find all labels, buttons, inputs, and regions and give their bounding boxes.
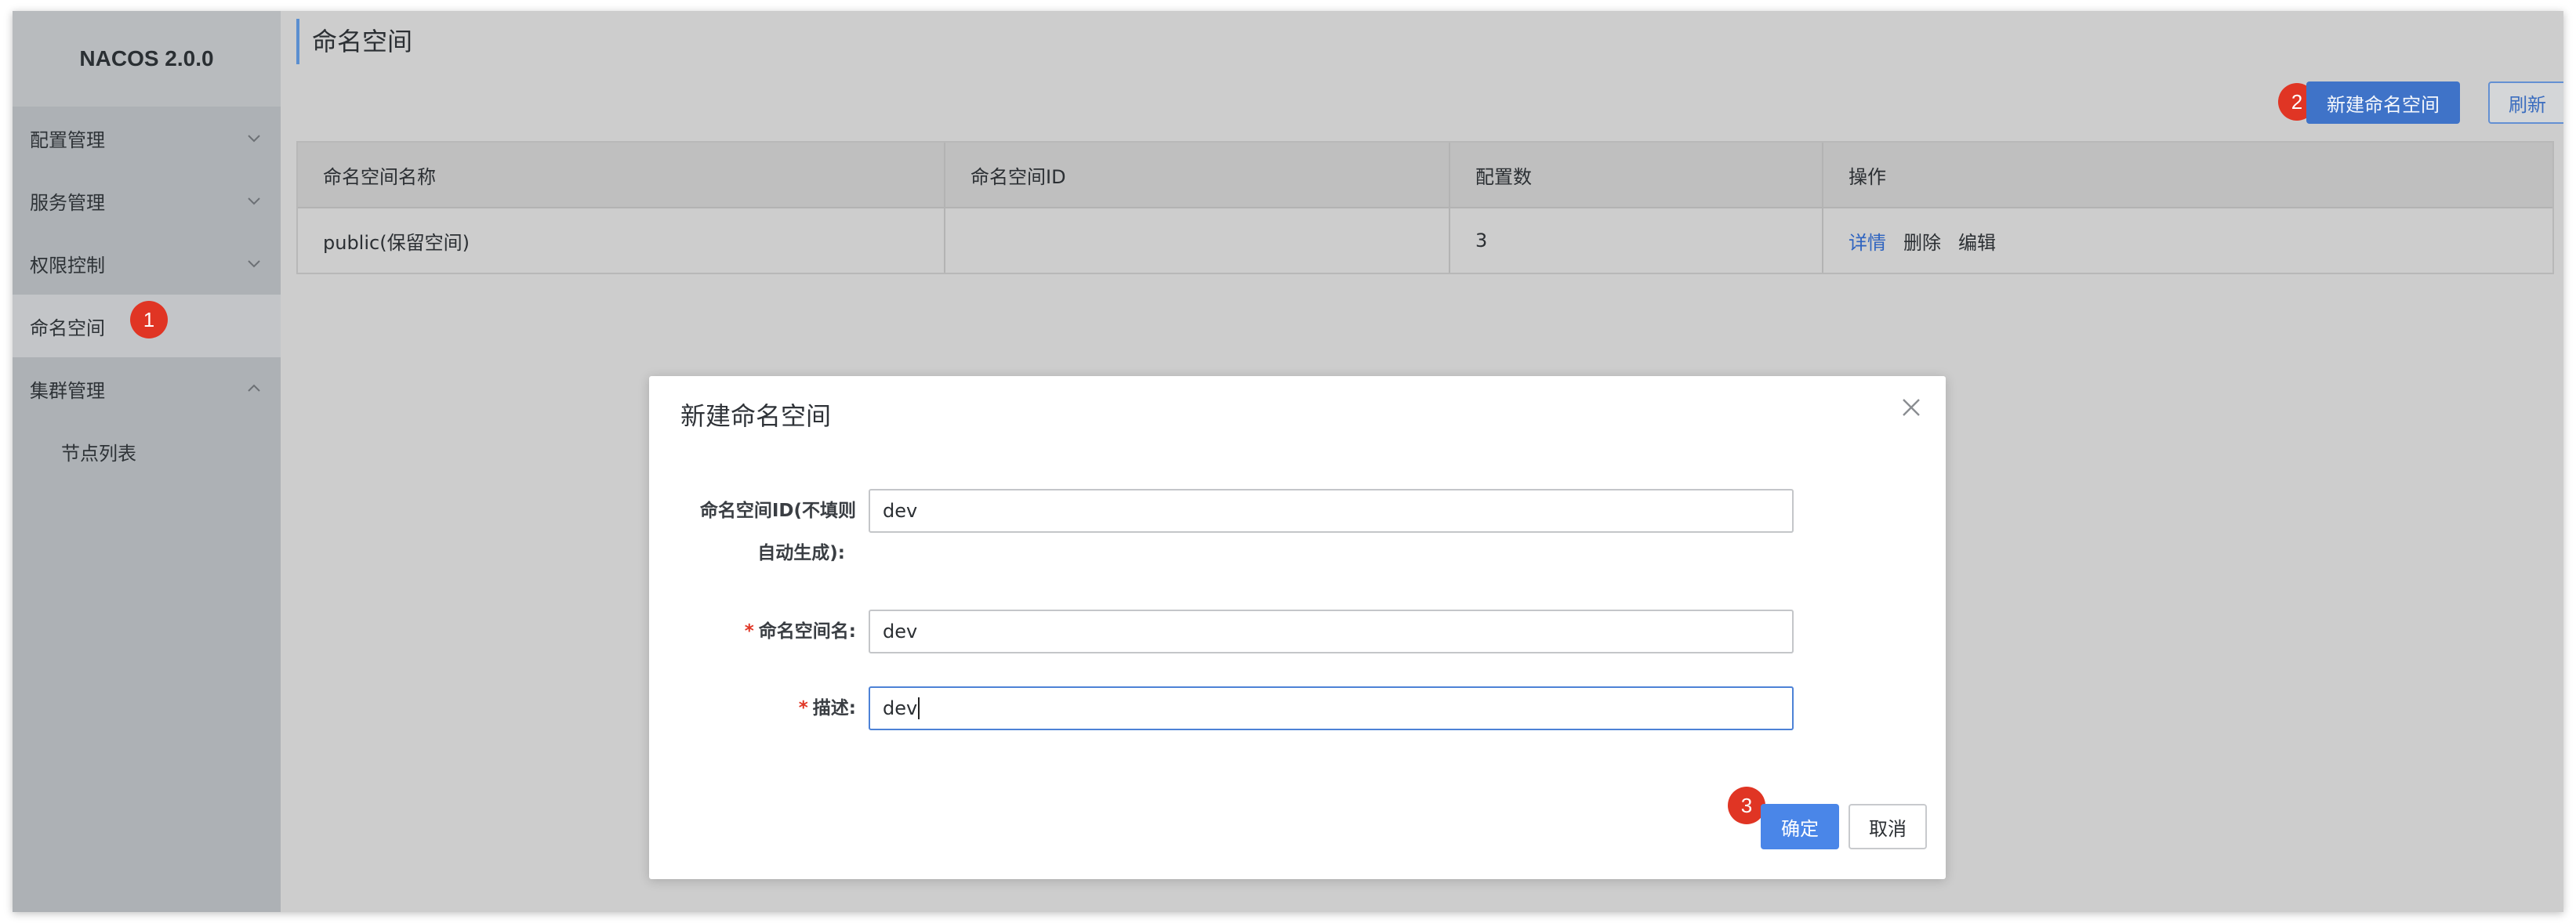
column-header-ops: 操作 [1849, 165, 1886, 188]
namespace-table: 命名空间名称 命名空间ID 配置数 操作 public(保留空间) 3 详情 删… [296, 141, 2554, 274]
create-namespace-dialog: 新建命名空间 命名空间ID(不填则 自动生成): dev * 命名空间名: dev [649, 376, 1946, 879]
cell-config-count: 3 [1450, 208, 1823, 273]
cell-namespace-id [945, 208, 1450, 273]
namespace-name-label: * 命名空间名: [649, 610, 856, 653]
app-window: NACOS 2.0.0 配置管理 服务管理 权限控制 命名空间 1 集群管理 节… [13, 11, 2563, 912]
sidebar-item-label: 命名空间 [30, 317, 105, 339]
chevron-up-icon [248, 384, 260, 392]
label-line2: 自动生成): [757, 543, 845, 563]
page-title: 命名空间 [296, 19, 412, 64]
chevron-down-icon [248, 260, 260, 268]
description-input[interactable]: dev [869, 686, 1794, 730]
namespace-id-input[interactable]: dev [869, 489, 1794, 533]
refresh-button[interactable]: 刷新 [2488, 81, 2563, 124]
sidebar: NACOS 2.0.0 配置管理 服务管理 权限控制 命名空间 1 集群管理 节… [13, 11, 281, 912]
detail-link[interactable]: 详情 [1849, 227, 1886, 255]
input-value: dev [883, 500, 918, 522]
step-marker-3: 3 [1728, 787, 1765, 824]
cell-namespace-name: public(保留空间) [298, 208, 945, 273]
sidebar-item-label: 集群管理 [30, 379, 105, 402]
description-label: * 描述: [649, 686, 856, 730]
label-text: 描述: [812, 698, 856, 718]
input-value: dev [883, 697, 918, 719]
sidebar-item-label: 权限控制 [30, 254, 105, 277]
label-line1: 命名空间ID(不填则 [699, 501, 856, 521]
column-header-id: 命名空间ID [945, 143, 1450, 207]
sidebar-item-cluster[interactable]: 集群管理 [13, 357, 281, 420]
close-icon[interactable] [1899, 395, 1924, 420]
table-row: public(保留空间) 3 详情 删除 编辑 [298, 208, 2552, 273]
confirm-button[interactable]: 确定 [1761, 804, 1839, 849]
input-value: dev [883, 621, 918, 642]
cancel-button[interactable]: 取消 [1849, 804, 1927, 849]
sidebar-item-label: 服务管理 [30, 191, 105, 214]
sidebar-item-config[interactable]: 配置管理 [13, 107, 281, 169]
dialog-title: 新建命名空间 [680, 401, 832, 431]
cell-operations: 详情 删除 编辑 [1823, 208, 2552, 273]
sidebar-item-service[interactable]: 服务管理 [13, 169, 281, 232]
sidebar-subitem-nodes[interactable]: 节点列表 [13, 420, 281, 483]
column-header-name: 命名空间名称 [298, 143, 945, 207]
create-namespace-button[interactable]: 新建命名空间 [2306, 81, 2460, 124]
sidebar-item-label: 配置管理 [30, 128, 105, 151]
namespace-id-label-cont: 自动生成): [649, 531, 845, 575]
chevron-down-icon [248, 197, 260, 205]
namespace-id-label: 命名空间ID(不填则 [649, 489, 856, 533]
namespace-name-input[interactable]: dev [869, 610, 1794, 653]
step-marker-1: 1 [130, 301, 168, 338]
required-mark: * [798, 698, 808, 718]
delete-link[interactable]: 删除 [1903, 227, 1941, 255]
required-mark: * [744, 621, 754, 642]
sidebar-item-label: 节点列表 [61, 442, 136, 465]
edit-link[interactable]: 编辑 [1958, 227, 1996, 255]
brand-logo: NACOS 2.0.0 [13, 11, 281, 107]
sidebar-item-auth[interactable]: 权限控制 [13, 232, 281, 295]
text-caret [918, 697, 920, 719]
chevron-down-icon [248, 135, 260, 143]
column-header-count: 配置数 [1450, 143, 1823, 207]
label-text: 命名空间名: [758, 621, 856, 642]
sidebar-item-namespace[interactable]: 命名空间 1 [13, 295, 281, 357]
table-header: 命名空间名称 命名空间ID 配置数 操作 [298, 143, 2552, 208]
